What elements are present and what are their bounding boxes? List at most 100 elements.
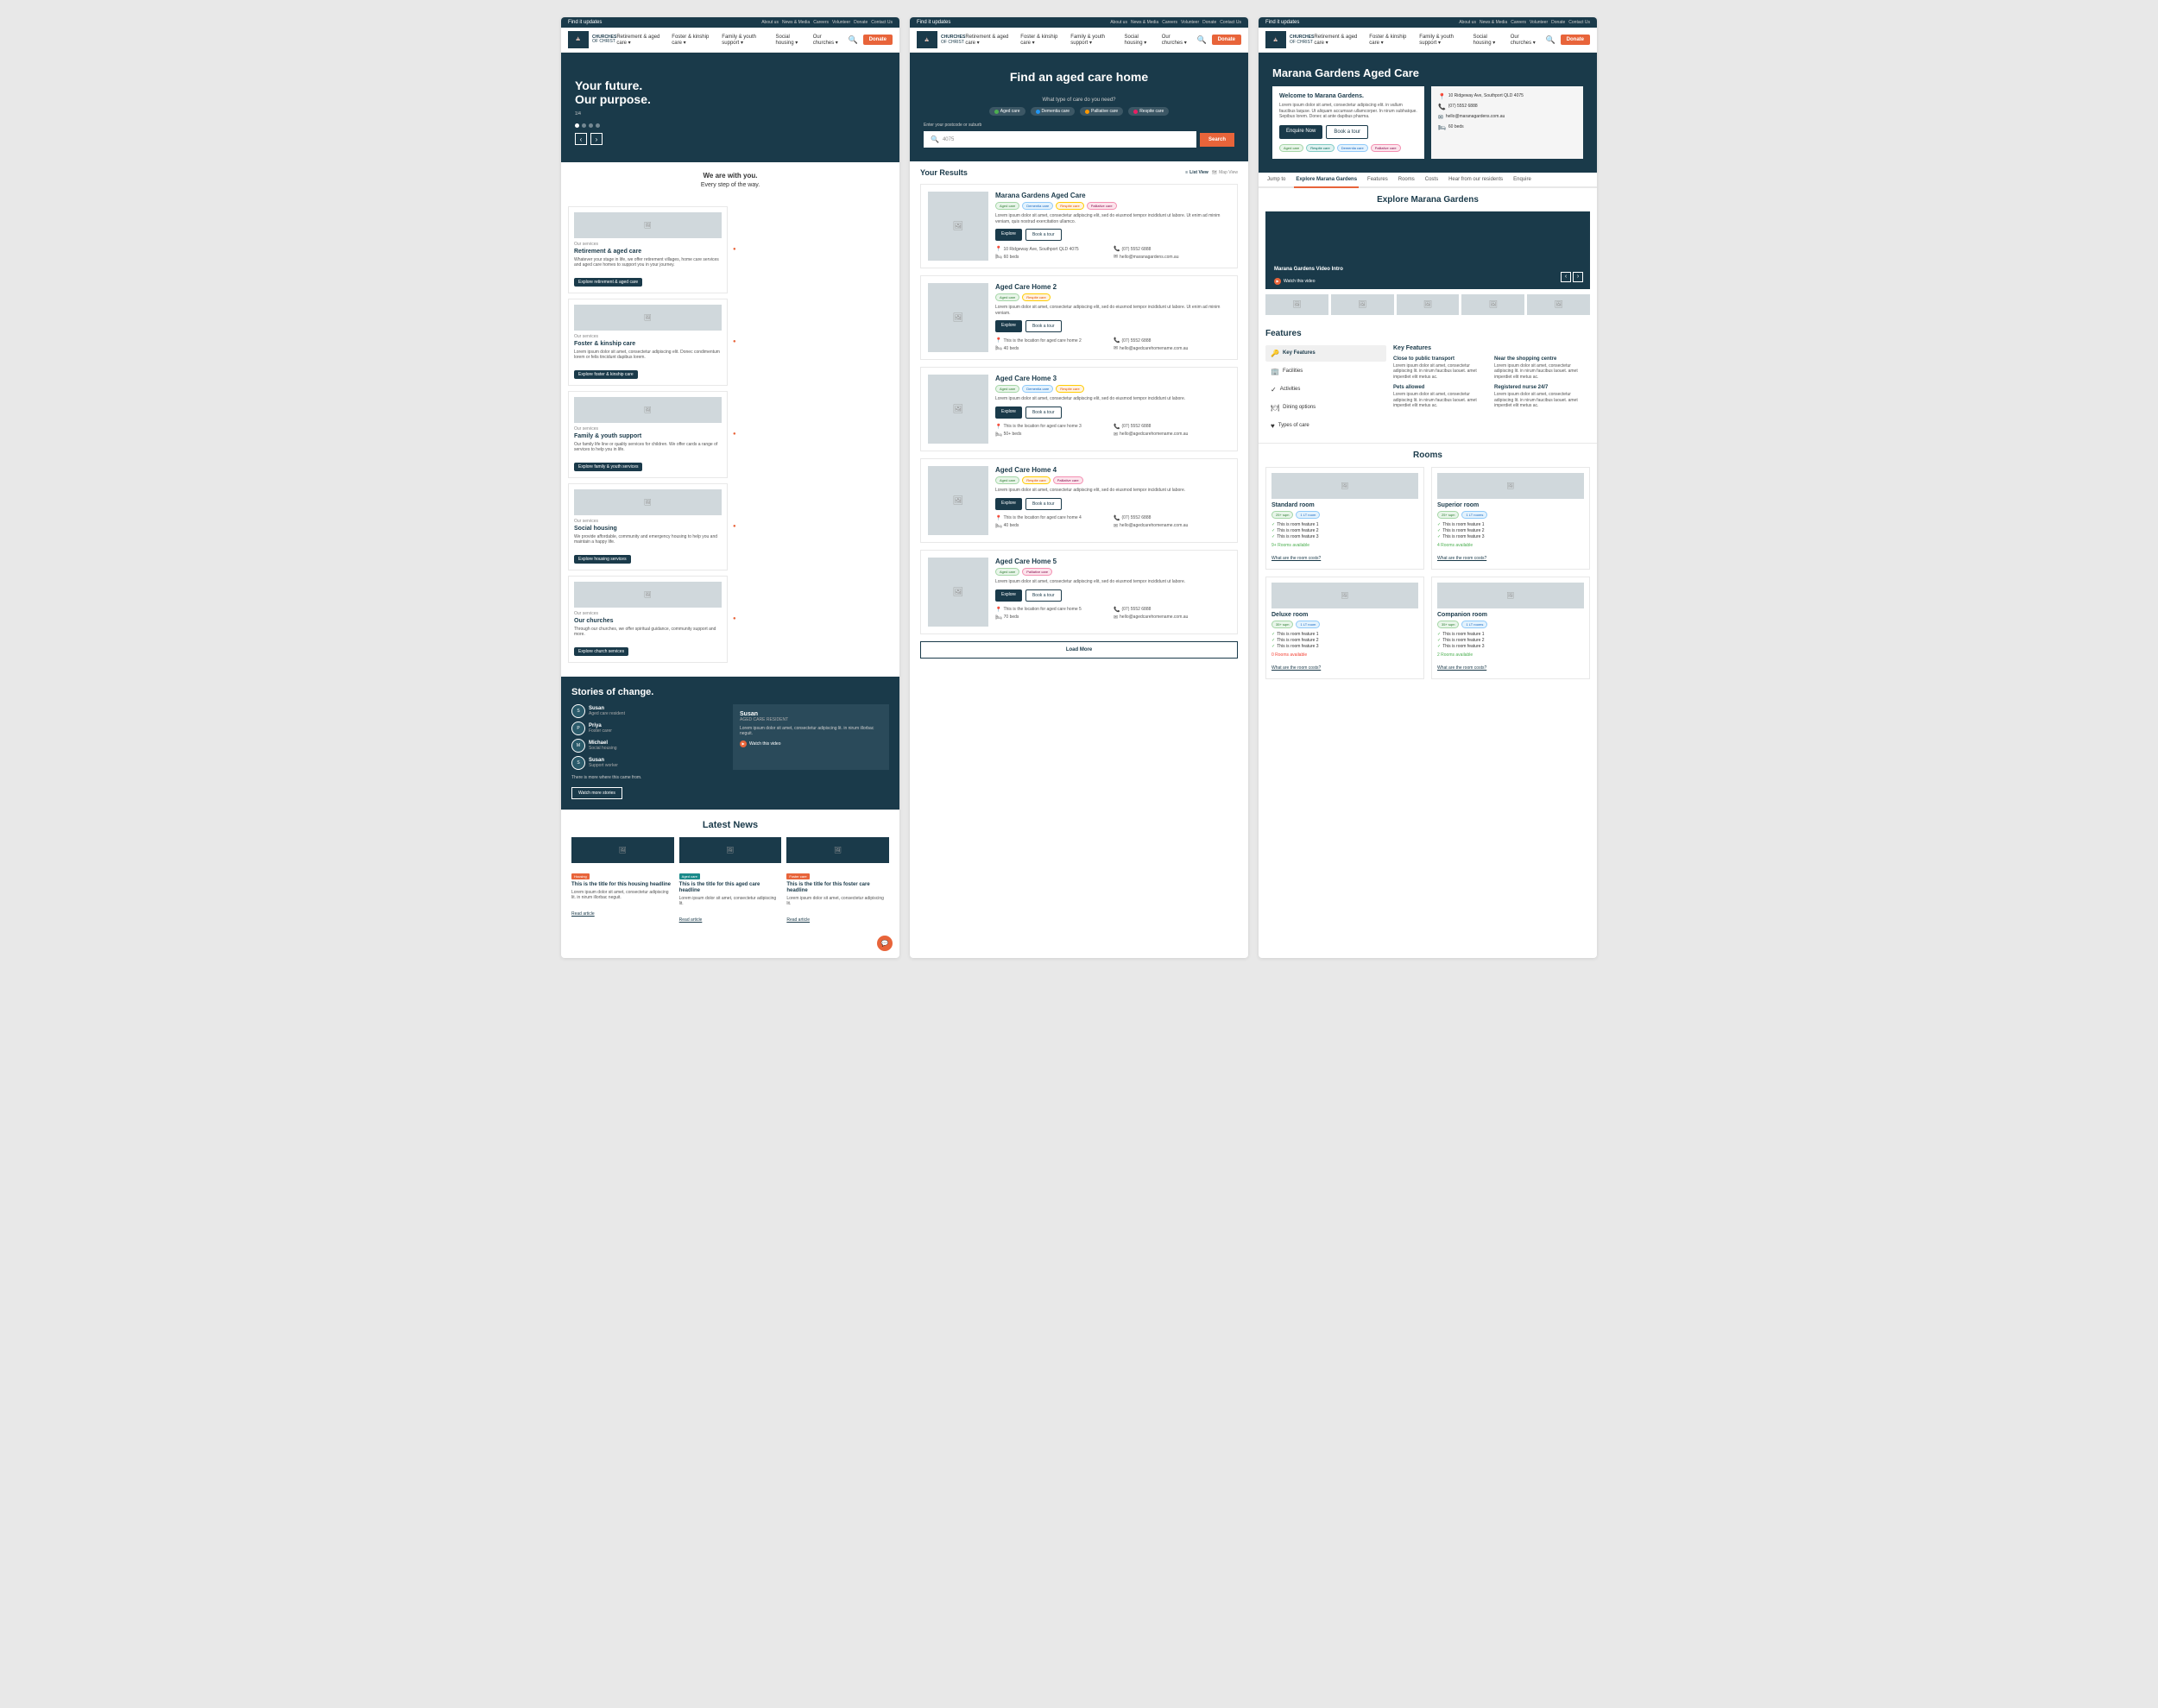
hero-arrow-next[interactable]: › — [590, 133, 603, 145]
explore-btn-4[interactable]: Explore — [995, 589, 1022, 602]
features-sidebar-types[interactable]: ♥ Types of care — [1265, 418, 1386, 434]
detail-nav-features[interactable]: Features — [1366, 173, 1390, 188]
nav-family-2[interactable]: Family & youth support ▾ — [1070, 35, 1119, 46]
dot-3[interactable] — [589, 123, 593, 128]
detail-nav-residents[interactable]: Hear from our residents — [1447, 173, 1505, 188]
about-link-2[interactable]: About us — [1110, 20, 1127, 25]
search-icon-1[interactable]: 🔍 — [848, 35, 857, 45]
volunteer-link[interactable]: Volunteer — [832, 20, 850, 25]
nav-social-1[interactable]: Social housing ▾ — [776, 35, 808, 46]
nav-social-3[interactable]: Social housing ▾ — [1473, 35, 1505, 46]
nav-churches-3[interactable]: Our churches ▾ — [1511, 35, 1541, 46]
dot-2[interactable] — [582, 123, 586, 128]
story-item-3[interactable]: S Susan Support worker — [571, 756, 728, 770]
search-input[interactable]: 🔍 4075 — [924, 131, 1196, 148]
detail-nav-costs[interactable]: Costs — [1423, 173, 1440, 188]
features-sidebar-dining[interactable]: 🍽 Dining options — [1265, 400, 1386, 416]
list-view-btn[interactable]: ≡ List View — [1185, 170, 1208, 175]
explore-btn-1[interactable]: Explore — [995, 320, 1022, 332]
careers-link-2[interactable]: Careers — [1162, 20, 1177, 25]
contact-link[interactable]: Contact Us — [871, 20, 893, 25]
watch-video-btn-1[interactable]: ▶ Watch this video — [740, 741, 882, 747]
search-button[interactable]: Search — [1200, 133, 1234, 147]
gallery-thumb-0[interactable]: 🖼 — [1265, 294, 1328, 315]
service-btn-0[interactable]: Explore retirement & aged care — [574, 278, 642, 287]
search-icon-2[interactable]: 🔍 — [1196, 35, 1206, 45]
donate-link-top[interactable]: Donate — [854, 20, 868, 25]
care-chip-2[interactable]: Palliative care — [1080, 107, 1123, 116]
volunteer-link-2[interactable]: Volunteer — [1181, 20, 1199, 25]
hero-arrow-prev[interactable]: ‹ — [575, 133, 587, 145]
read-more-0[interactable]: Read article — [571, 911, 595, 917]
nav-family-1[interactable]: Family & youth support ▾ — [722, 35, 770, 46]
gallery-thumb-2[interactable]: 🖼 — [1397, 294, 1460, 315]
tour-btn-3[interactable]: Book a tour — [1025, 498, 1062, 510]
features-sidebar-activities[interactable]: ✓ Activities — [1265, 381, 1386, 398]
nav-foster-3[interactable]: Foster & kinship care ▾ — [1369, 35, 1414, 46]
service-btn-3[interactable]: Explore housing services — [574, 555, 631, 564]
volunteer-link-3[interactable]: Volunteer — [1530, 20, 1548, 25]
donate-button-1[interactable]: Donate — [863, 35, 893, 45]
nav-retirement-3[interactable]: Retirement & aged care ▾ — [1314, 35, 1364, 46]
about-link[interactable]: About us — [761, 20, 779, 25]
explore-btn-3[interactable]: Explore — [995, 498, 1022, 510]
gallery-thumb-3[interactable]: 🖼 — [1461, 294, 1524, 315]
detail-nav-explore[interactable]: Explore Marana Gardens — [1294, 173, 1359, 188]
donate-button-2[interactable]: Donate — [1212, 35, 1241, 45]
nav-churches-1[interactable]: Our churches ▾ — [813, 35, 843, 46]
dot-1[interactable] — [575, 123, 579, 128]
room-cost-link-3[interactable]: What are the room costs? — [1437, 665, 1486, 671]
nav-retirement-1[interactable]: Retirement & aged care ▾ — [616, 35, 666, 46]
features-sidebar-key-features[interactable]: 🔑 Key Features — [1265, 345, 1386, 362]
tour-btn-0[interactable]: Book a tour — [1025, 229, 1062, 241]
features-sidebar-facilities[interactable]: 🏢 Facilities — [1265, 363, 1386, 380]
story-item-1[interactable]: P Priya Foster carer — [571, 722, 728, 735]
news-link[interactable]: News & Media — [782, 20, 810, 25]
service-btn-1[interactable]: Explore foster & kinship care — [574, 370, 638, 379]
watch-video-btn-detail[interactable]: ▶ Watch this video — [1274, 278, 1316, 285]
story-item-2[interactable]: M Michael Social housing — [571, 739, 728, 753]
contact-link-2[interactable]: Contact Us — [1220, 20, 1241, 25]
read-more-1[interactable]: Read article — [679, 917, 703, 923]
care-chip-1[interactable]: Dementia care — [1031, 107, 1076, 116]
detail-nav-rooms[interactable]: Rooms — [1397, 173, 1417, 188]
room-cost-link-1[interactable]: What are the room costs? — [1437, 556, 1486, 561]
explore-btn-2[interactable]: Explore — [995, 407, 1022, 419]
search-icon-3[interactable]: 🔍 — [1545, 35, 1555, 45]
load-more-button[interactable]: Load More — [920, 641, 1238, 659]
nav-foster-2[interactable]: Foster & kinship care ▾ — [1020, 35, 1065, 46]
gallery-thumb-4[interactable]: 🖼 — [1527, 294, 1590, 315]
map-view-btn[interactable]: 🗺 Map View — [1212, 170, 1238, 175]
news-link-3[interactable]: News & Media — [1480, 20, 1507, 25]
book-tour-button[interactable]: Book a tour — [1326, 125, 1368, 139]
tour-btn-2[interactable]: Book a tour — [1025, 407, 1062, 419]
nav-social-2[interactable]: Social housing ▾ — [1125, 35, 1157, 46]
nav-retirement-2[interactable]: Retirement & aged care ▾ — [965, 35, 1015, 46]
video-prev-btn[interactable]: ‹ — [1561, 272, 1571, 282]
careers-link[interactable]: Careers — [813, 20, 829, 25]
story-item-0[interactable]: S Susan Aged care resident — [571, 704, 728, 718]
room-cost-link-2[interactable]: What are the room costs? — [1271, 665, 1321, 671]
enquire-button[interactable]: Enquire Now — [1279, 125, 1322, 139]
service-btn-2[interactable]: Explore family & youth services — [574, 463, 642, 471]
nav-churches-2[interactable]: Our churches ▾ — [1162, 35, 1192, 46]
video-next-btn[interactable]: › — [1573, 272, 1583, 282]
room-cost-link-0[interactable]: What are the room costs? — [1271, 556, 1321, 561]
detail-nav-enquire[interactable]: Enquire — [1511, 173, 1533, 188]
service-btn-4[interactable]: Explore church services — [574, 647, 628, 656]
careers-link-3[interactable]: Careers — [1511, 20, 1526, 25]
read-more-2[interactable]: Read article — [786, 917, 810, 923]
contact-link-3[interactable]: Contact Us — [1568, 20, 1590, 25]
tour-btn-4[interactable]: Book a tour — [1025, 589, 1062, 602]
tour-btn-1[interactable]: Book a tour — [1025, 320, 1062, 332]
news-link-2[interactable]: News & Media — [1131, 20, 1158, 25]
about-link-3[interactable]: About us — [1459, 20, 1476, 25]
donate-link-top-3[interactable]: Donate — [1551, 20, 1565, 25]
care-chip-3[interactable]: Respite care — [1128, 107, 1169, 116]
nav-foster-1[interactable]: Foster & kinship care ▾ — [672, 35, 716, 46]
nav-family-3[interactable]: Family & youth support ▾ — [1419, 35, 1467, 46]
donate-link-top-2[interactable]: Donate — [1202, 20, 1216, 25]
gallery-thumb-1[interactable]: 🖼 — [1331, 294, 1394, 315]
more-stories-btn[interactable]: Watch more stories — [571, 787, 622, 799]
dot-4[interactable] — [596, 123, 600, 128]
